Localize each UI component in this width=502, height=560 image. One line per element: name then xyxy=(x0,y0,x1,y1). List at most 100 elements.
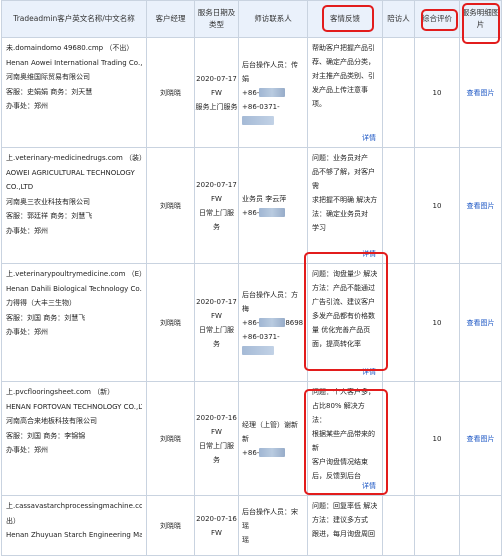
company-line: 办事处：郑州 xyxy=(6,328,48,336)
table-row: 未.domaindomo 49680.cmp （不出） Henan Aowei I… xyxy=(1,37,502,148)
feedback-line: 对主推产品类别、引 xyxy=(312,72,375,80)
redacted-phone xyxy=(242,346,274,355)
view-images-link[interactable]: 查看图片 xyxy=(467,319,495,327)
service-line: 2020-07-17 xyxy=(196,180,237,189)
cell-service: 2020-07-17 FW 日常上门服务 xyxy=(194,263,239,382)
cell-feedback: 问题：回复率低 解决 方法：建议多方式 跟进，每月询盘周回 xyxy=(307,495,383,556)
service-line: 2020-07-17 xyxy=(196,74,237,83)
redacted-phone xyxy=(259,448,286,457)
cell-sales: 刘晓晓 xyxy=(146,147,195,264)
feedback-line: 方法：建议多方式 xyxy=(312,516,368,524)
cell-service: 2020-07-17 FW 日常上门服务 xyxy=(194,147,239,264)
company-line: 办事处：郑州 xyxy=(6,102,48,110)
cell-visitor xyxy=(382,37,415,148)
company-line: 力得得（大丰三生物） xyxy=(6,299,76,307)
contact-line: 业务员 李云萍 xyxy=(242,192,304,206)
company-line: 上.veterinarypoultrymedicine.com （E） xyxy=(6,270,142,278)
cell-contact: 后台操作人员：传娟 +86- +86-0371- xyxy=(238,37,308,148)
contact-text: 梅 xyxy=(242,304,249,313)
feedback-line: 跟进，每月询盘周回 xyxy=(312,530,375,538)
company-line: 办事处：郑州 xyxy=(6,226,48,235)
feedback-line: 占比80% 解决方法： xyxy=(312,402,365,424)
table-header-row: Tradeadmin客户英文名称/中文名称 客户经理 服务日期及类型 师访联系人… xyxy=(1,0,502,38)
contact-text: +86- xyxy=(242,448,260,457)
feedback-line: 求把握不明确 解决方 xyxy=(312,196,378,204)
cell-sales: 刘晓晓 xyxy=(146,381,195,496)
col-header-score: 综合评价 xyxy=(414,0,460,38)
service-line: 2020-07-17 xyxy=(196,297,237,306)
feedback-line: 面，提高转化率 xyxy=(312,340,361,348)
contact-line: 后台操作人员：宋瑶 xyxy=(242,505,304,533)
redacted-phone xyxy=(259,88,286,97)
cell-visitor xyxy=(382,263,415,382)
company-line: 客服：刘国 商务：刘慧飞 xyxy=(6,313,86,322)
company-line: 上.cassavastarchprocessingmachine.com （金 xyxy=(6,502,142,510)
company-line: 出） xyxy=(6,516,20,525)
cell-sales: 刘晓晓 xyxy=(146,37,195,148)
feedback-line: 问题：回复率低 解决 xyxy=(312,502,378,510)
contact-text: 后台操作人员：方 xyxy=(242,290,298,299)
col-header-service: 服务日期及类型 xyxy=(194,0,239,38)
service-line: FW xyxy=(211,194,222,203)
view-images-link[interactable]: 查看图片 xyxy=(467,89,495,97)
contact-text: 经理（上管）谢新新 xyxy=(242,420,298,443)
view-images-link[interactable]: 查看图片 xyxy=(467,202,495,210)
company-line: 客服：刘国 商务：李锦锦 xyxy=(6,431,86,440)
service-line: 务 xyxy=(213,339,220,348)
contact-text: +86- xyxy=(242,208,260,217)
feedback-line: 问题：个人客户多， xyxy=(312,388,375,396)
col-header-feedback: 客情反馈 xyxy=(307,0,383,38)
detail-link[interactable]: 详情 xyxy=(362,247,376,261)
detail-link[interactable]: 详情 xyxy=(362,365,376,379)
feedback-line: 荐、确定产品分类， xyxy=(312,58,375,66)
company-line: CO.,LTD xyxy=(6,183,34,191)
phone-tail: 8698 xyxy=(285,318,304,327)
service-line: 2020-07-16 xyxy=(196,514,237,523)
redacted-phone xyxy=(259,318,286,327)
contact-text: 业务员 李云萍 xyxy=(242,194,287,203)
company-line: 河南奥三农业科技有限公司 xyxy=(6,197,90,206)
contact-line: +86- 8698 xyxy=(242,316,304,330)
feedback-line: 量 优化完善产品页 xyxy=(312,326,371,334)
detail-link[interactable]: 详情 xyxy=(362,131,376,145)
cell-report: 查看图片 xyxy=(459,37,502,148)
cell-service: 2020-07-16 FW xyxy=(194,495,239,556)
feedback-line: 方法：产品不能通过 xyxy=(312,284,375,292)
cell-contact: 后台操作人员：方梅 +86- 8698 +86-0371- xyxy=(238,263,308,382)
cell-company: 上.cassavastarchprocessingmachine.com （金出… xyxy=(1,495,147,556)
cell-report: 查看图片 xyxy=(459,147,502,264)
cell-service: 2020-07-17 FW 服务上门服务 xyxy=(194,37,239,148)
contact-text: 后台操作人员：传娟 xyxy=(242,60,298,83)
contact-line: +86-0371- xyxy=(242,100,304,128)
service-line: 务 xyxy=(213,222,220,231)
contact-text: 瑶 xyxy=(242,535,249,544)
cell-score: 10 xyxy=(414,263,460,382)
company-line: 办事处：郑州 xyxy=(6,446,48,454)
service-line: FW xyxy=(211,88,222,97)
company-line: 上.pvcflooringsheet.com （新） xyxy=(6,388,115,396)
company-line: Henan Aowei International Trading Co., L… xyxy=(6,58,142,67)
cell-feedback: 问题：个人客户多， 占比80% 解决方法： 根据某些产品带来的新 客户询盘情况结束 后，… xyxy=(307,381,383,496)
detail-link[interactable]: 详情 xyxy=(362,479,376,493)
contact-line: 后台操作人员：传娟 xyxy=(242,58,304,86)
feedback-line: 法：确定业务员对 xyxy=(312,210,368,218)
view-images-link[interactable]: 查看图片 xyxy=(467,435,495,443)
cell-company: 上.veterinarypoultrymedicine.com （E） Henan… xyxy=(1,263,147,382)
cell-visitor xyxy=(382,495,415,556)
contact-line: 瑶 xyxy=(242,533,304,547)
contact-text: +86-0371- xyxy=(242,332,280,341)
contact-text: +86-0371- xyxy=(242,102,280,111)
contact-text: 后台操作人员：宋瑶 xyxy=(242,507,298,530)
contact-line: 经理（上管）谢新新 xyxy=(242,418,304,446)
contact-line: 后台操作人员：方 xyxy=(242,288,304,302)
cell-feedback: 问题：询盘量少 解决 方法：产品不能通过 广告引流、建议客户 多发产品都有价格数量 优… xyxy=(307,263,383,382)
feedback-line: 帮助客户把握产品引 xyxy=(312,44,375,52)
cell-contact: 业务员 李云萍 +86- xyxy=(238,147,308,264)
contact-text: +86- xyxy=(242,88,260,97)
service-line: 日常上门服 xyxy=(199,208,234,217)
cell-sales: 刘晓晓 xyxy=(146,263,195,382)
cell-visitor xyxy=(382,381,415,496)
cell-score: 10 xyxy=(414,37,460,148)
cell-feedback: 问题：业务员对产 品不够了解，对客户需 求把握不明确 解决方 法：确定业务员对 学习 详情 xyxy=(307,147,383,264)
service-line: 日常上门服 xyxy=(199,325,234,334)
